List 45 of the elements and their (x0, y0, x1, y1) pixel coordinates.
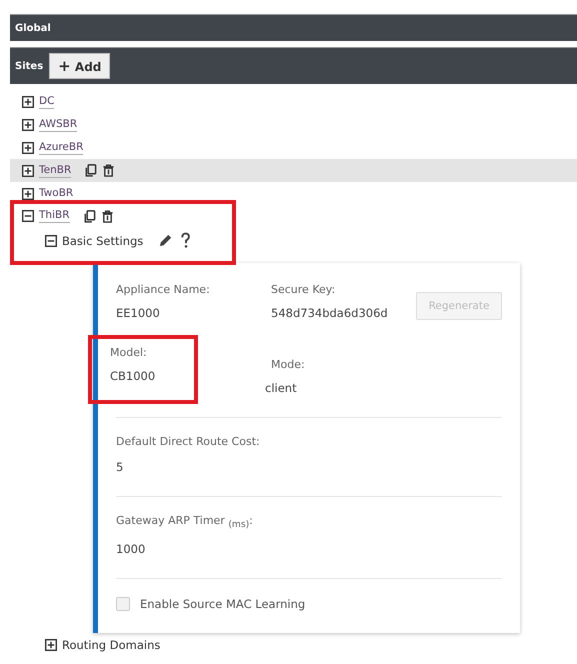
site-name[interactable]: ThiBR (39, 209, 70, 224)
expander-icon[interactable] (22, 142, 34, 154)
site-name[interactable]: AWSBR (39, 118, 78, 132)
site-name[interactable]: DC (39, 95, 54, 110)
expander-icon[interactable] (22, 210, 34, 222)
copy-icon[interactable] (84, 164, 98, 178)
field-value: CB1000 (110, 368, 156, 383)
field-value: 548d734bda6d306d (271, 306, 389, 320)
trash-icon[interactable] (102, 164, 116, 178)
expander-icon[interactable] (45, 234, 57, 247)
expander-icon[interactable] (45, 638, 57, 651)
tree-row[interactable]: TwoBR (10, 182, 577, 205)
field-value: client (265, 380, 298, 395)
section-name[interactable]: Basic Settings (62, 234, 144, 248)
expander-icon[interactable] (22, 119, 34, 132)
expander-icon[interactable] (22, 188, 34, 200)
field-label: Gateway ARP Timer $_{(ms)}$: (116, 514, 253, 530)
tree-row[interactable]: AzureBR (10, 136, 577, 160)
field-value: 5 (116, 460, 124, 474)
site-name[interactable]: TwoBR (39, 186, 74, 201)
header-title: Global (14, 22, 51, 34)
site-name[interactable]: AzureBR (39, 140, 84, 155)
field-label: Mode: (271, 358, 306, 371)
tree-row[interactable]: DC (10, 91, 577, 114)
expander-icon[interactable] (22, 96, 34, 108)
checkbox-label[interactable]: Enable Source MAC Learning (140, 596, 306, 611)
field-label: Default Direct Route Cost: (116, 434, 260, 448)
section-name[interactable]: Routing Domains (62, 638, 160, 652)
expander-icon[interactable] (22, 164, 34, 177)
field-value: 1000 (116, 542, 146, 556)
field-label: Appliance Name: (116, 282, 211, 296)
field-value: EE1000 (116, 306, 161, 320)
checkbox[interactable] (116, 596, 130, 611)
field-label: Secure Key: (271, 282, 336, 296)
sites-label: Sites (14, 60, 44, 72)
trash-icon[interactable] (100, 210, 114, 223)
tree-row[interactable]: AWSBR (10, 114, 577, 137)
tree-row[interactable]: Basic Settings (33, 228, 577, 254)
field-label: Model: (110, 346, 148, 359)
tree-row[interactable]: Routing Domains (33, 634, 577, 655)
site-name[interactable]: TenBR (39, 164, 72, 178)
add-button[interactable]: + Add (49, 53, 110, 79)
copy-icon[interactable] (82, 210, 96, 223)
tree-row[interactable]: ThiBR (10, 204, 577, 228)
tree-row[interactable]: TenBR (10, 159, 577, 182)
